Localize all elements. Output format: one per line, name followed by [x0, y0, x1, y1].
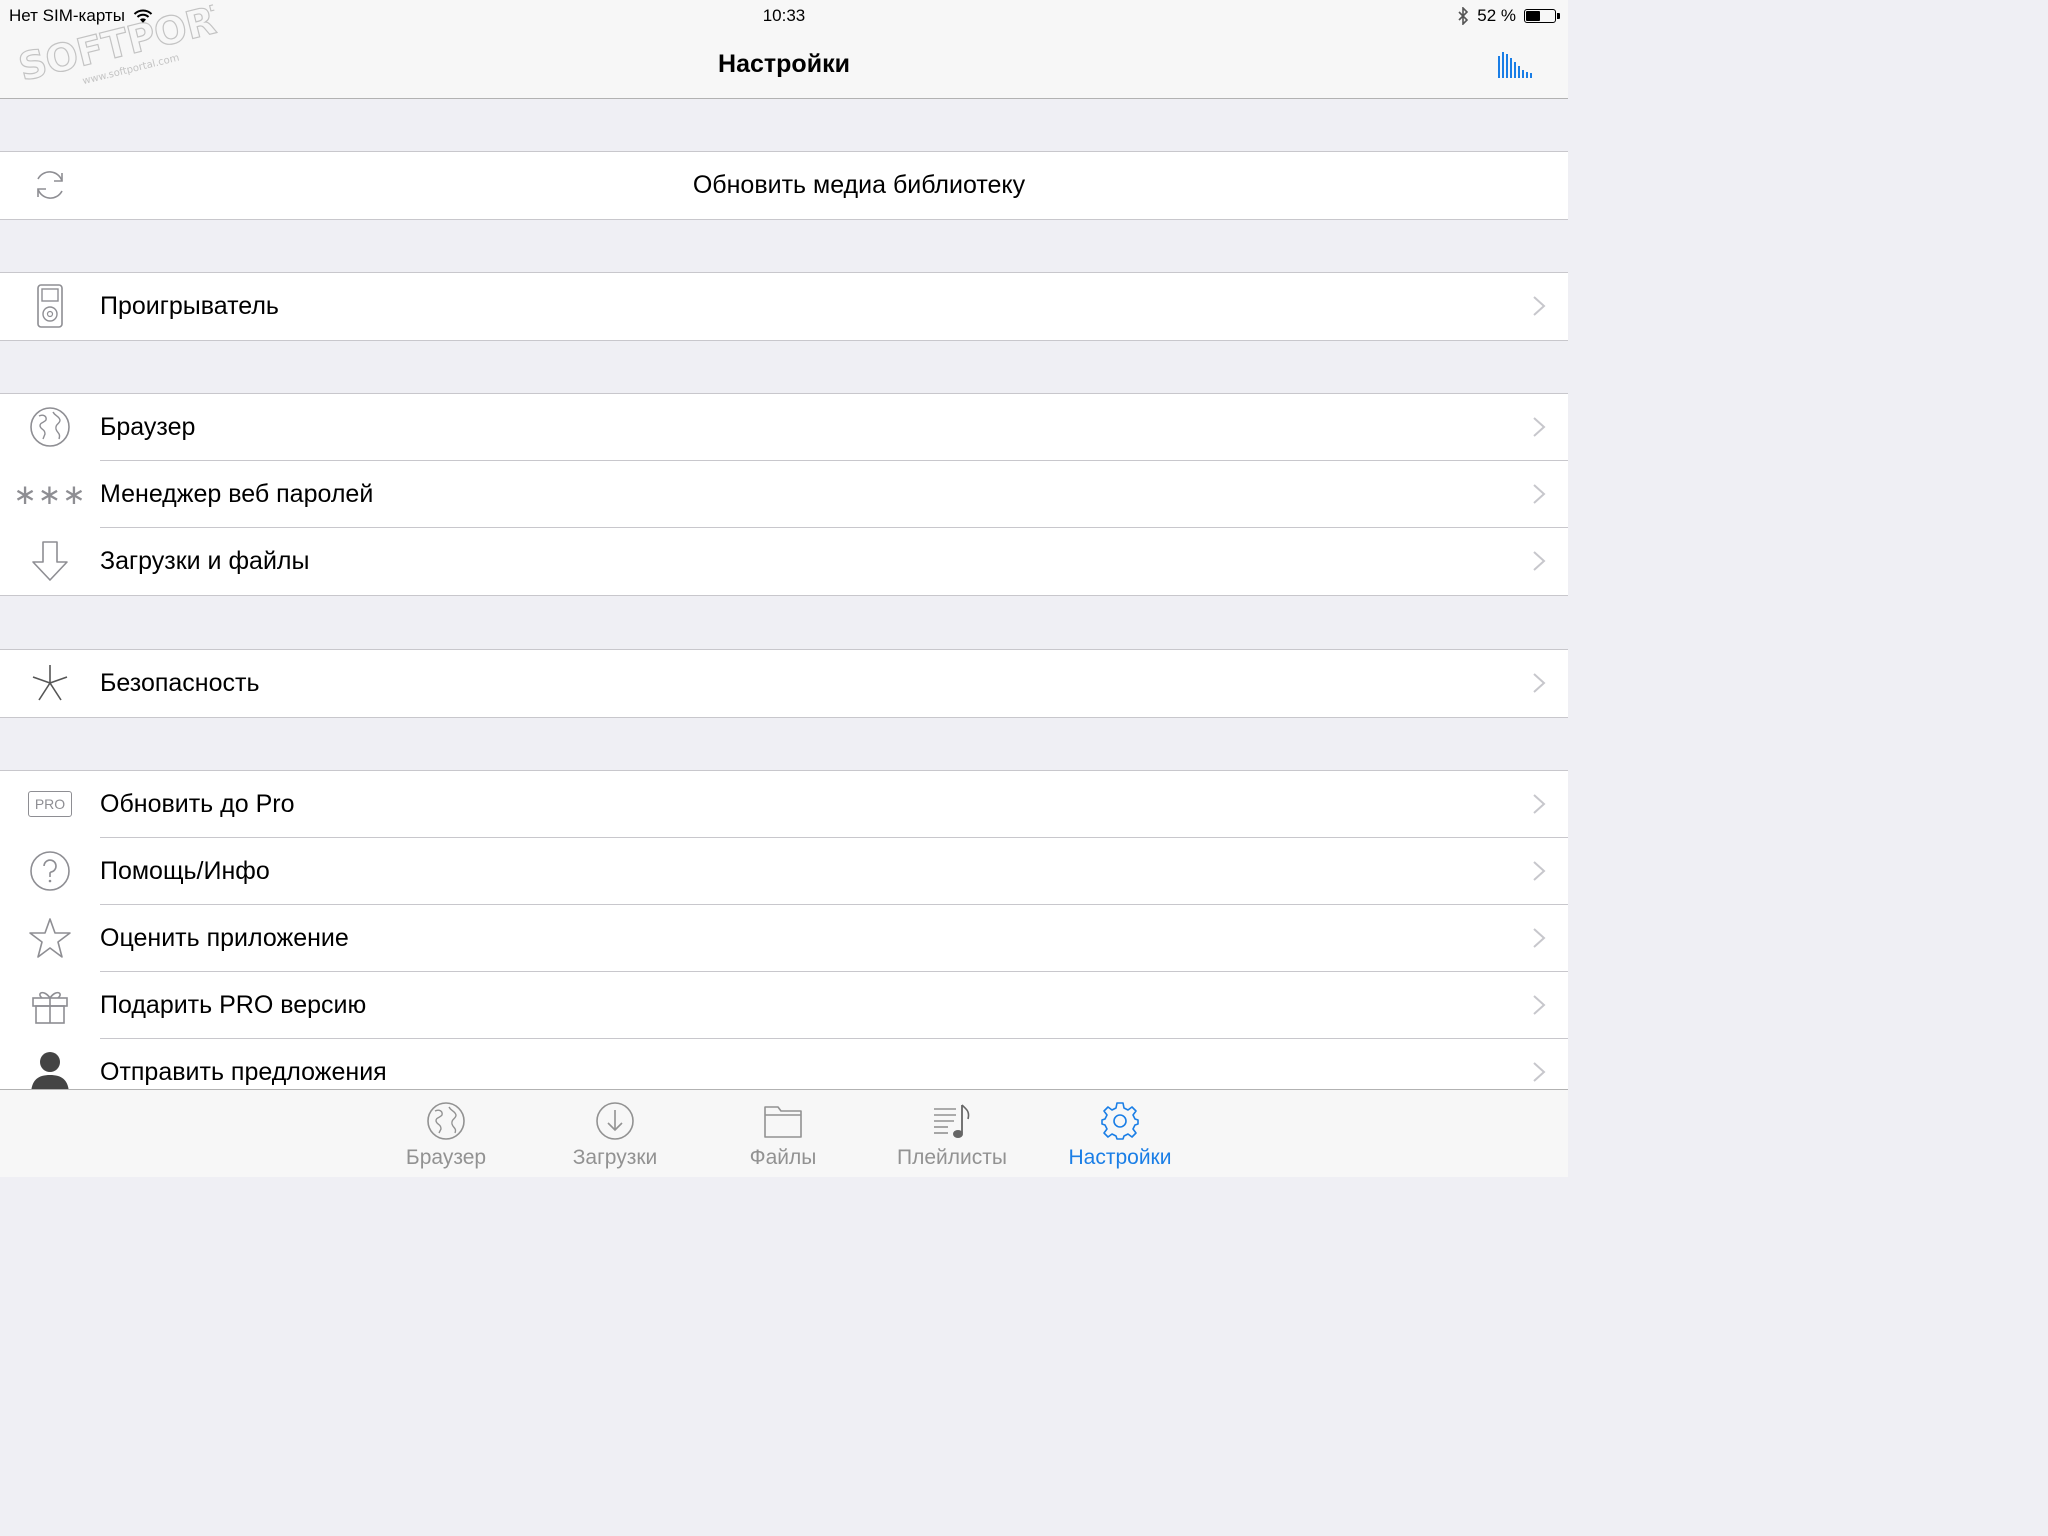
chevron-right-icon	[1533, 551, 1546, 571]
settings-row-help[interactable]: Помощь/Инфо	[0, 837, 1568, 905]
status-bar: Нет SIM-карты 10:33 52 %	[0, 0, 1568, 32]
tab-files-label: Файлы	[749, 1146, 817, 1169]
question-icon	[24, 848, 76, 894]
tab-settings-label: Настройки	[1068, 1146, 1172, 1169]
chevron-right-icon	[1533, 484, 1546, 504]
chevron-right-icon	[1533, 417, 1546, 437]
chevron-right-icon	[1533, 1062, 1546, 1082]
asterisk-icon	[24, 660, 76, 706]
gear-icon	[1101, 1102, 1139, 1140]
group-player: Проигрыватель	[0, 272, 1568, 341]
group-security: Безопасность	[0, 649, 1568, 718]
help-label: Помощь/Инфо	[100, 857, 270, 885]
playlist-icon	[934, 1104, 970, 1138]
gift-pro-label: Подарить PRO версию	[100, 991, 367, 1019]
chevron-right-icon	[1533, 794, 1546, 814]
settings-row-upgrade-pro[interactable]: PRO Обновить до Pro	[0, 771, 1568, 838]
settings-row-browser[interactable]: Браузер	[0, 394, 1568, 461]
settings-row-password-manager[interactable]: ∗∗∗ Менеджер веб паролей	[0, 460, 1568, 528]
group-about: PRO Обновить до Pro Помощь/Инфо Оценить …	[0, 770, 1568, 1107]
navigation-bar: Настройки	[0, 32, 1568, 99]
refresh-library-row[interactable]: Обновить медиа библиотеку	[0, 152, 1568, 219]
tab-settings[interactable]: Настройки	[1036, 1090, 1204, 1177]
globe-icon	[427, 1102, 465, 1140]
tab-browser[interactable]: Браузер	[362, 1090, 530, 1177]
player-icon	[24, 283, 76, 329]
password-asterisks-icon: ∗∗∗	[13, 477, 87, 511]
tab-bar: Браузер Загрузки Файлы Плейлисты Настрой…	[0, 1089, 1568, 1177]
status-right: 52 %	[1457, 6, 1560, 26]
tab-downloads-label: Загрузки	[572, 1146, 658, 1169]
star-icon	[24, 915, 76, 961]
browser-label: Браузер	[100, 413, 196, 441]
battery-percent: 52 %	[1477, 6, 1516, 25]
gift-icon	[24, 982, 76, 1028]
chevron-right-icon	[1533, 995, 1546, 1015]
tab-files[interactable]: Файлы	[699, 1090, 867, 1177]
download-circle-icon	[596, 1102, 634, 1140]
tab-playlists[interactable]: Плейлисты	[868, 1090, 1036, 1177]
group-refresh: Обновить медиа библиотеку	[0, 151, 1568, 220]
bluetooth-icon	[1458, 7, 1469, 25]
downloads-label: Загрузки и файлы	[100, 547, 310, 575]
chevron-right-icon	[1533, 928, 1546, 948]
equalizer-icon[interactable]	[1497, 50, 1535, 78]
settings-row-rate-app[interactable]: Оценить приложение	[0, 904, 1568, 972]
player-label: Проигрыватель	[100, 292, 279, 320]
globe-icon	[24, 404, 76, 450]
page-title: Настройки	[718, 50, 850, 78]
settings-row-gift-pro[interactable]: Подарить PRO версию	[0, 971, 1568, 1039]
upgrade-pro-label: Обновить до Pro	[100, 790, 295, 818]
settings-row-security[interactable]: Безопасность	[0, 650, 1568, 717]
settings-row-downloads[interactable]: Загрузки и файлы	[0, 527, 1568, 595]
security-label: Безопасность	[100, 669, 260, 697]
pro-badge-icon: PRO	[24, 781, 76, 827]
rate-app-label: Оценить приложение	[100, 924, 349, 952]
settings-row-player[interactable]: Проигрыватель	[0, 273, 1568, 340]
battery-fill	[1526, 11, 1540, 21]
status-time: 10:33	[762, 6, 806, 25]
battery-icon	[1524, 9, 1560, 23]
group-browser: Браузер ∗∗∗ Менеджер веб паролей Загрузк…	[0, 393, 1568, 596]
feedback-label: Отправить предложения	[100, 1058, 387, 1086]
pro-badge-text: PRO	[34, 796, 66, 812]
chevron-right-icon	[1533, 861, 1546, 881]
tab-playlists-label: Плейлисты	[897, 1146, 1007, 1169]
chevron-right-icon	[1533, 296, 1546, 316]
refresh-library-label: Обновить медиа библиотеку	[692, 171, 1026, 199]
folder-icon	[764, 1106, 802, 1138]
password-manager-label: Менеджер веб паролей	[100, 480, 374, 508]
tab-downloads[interactable]: Загрузки	[531, 1090, 699, 1177]
chevron-right-icon	[1533, 673, 1546, 693]
tab-browser-label: Браузер	[405, 1146, 487, 1169]
download-arrow-icon	[24, 538, 76, 584]
